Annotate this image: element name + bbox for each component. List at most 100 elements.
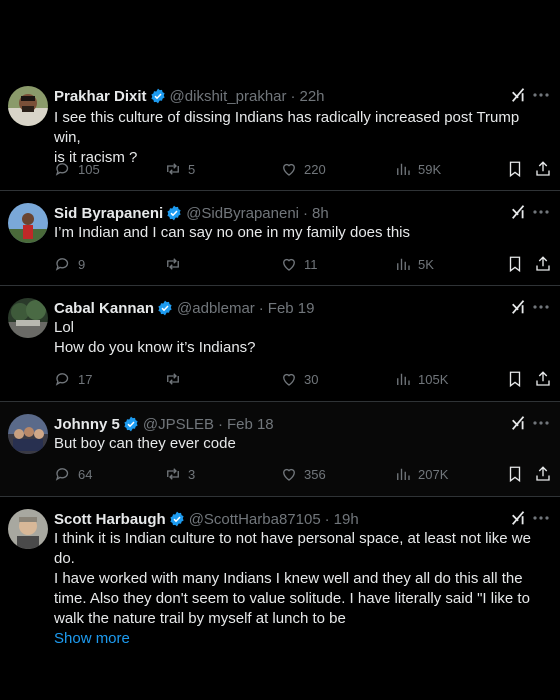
repost-button[interactable]: 5 [164,159,195,179]
tweet-actions: 64 3 356 207K [54,464,554,484]
tweet[interactable]: Cabal Kannan @adblemar · Feb 19 Lol How … [0,286,560,402]
like-button[interactable]: 11 [280,254,318,274]
timestamp[interactable]: Feb 18 [227,416,274,433]
more-options-icon[interactable] [532,85,550,105]
tweet-actions: 105 5 220 59K [54,159,554,179]
author-name[interactable]: Cabal Kannan [54,300,154,317]
grok-icon[interactable] [510,298,528,316]
share-icon [536,256,550,271]
reply-button[interactable]: 105 [54,159,100,179]
bookmark-button[interactable] [506,369,524,389]
bookmark-icon [509,371,521,388]
avatar[interactable] [8,298,48,338]
show-more-link[interactable]: Show more [54,629,546,649]
share-button[interactable] [534,254,552,274]
more-options-icon[interactable] [532,202,550,222]
reply-icon [55,163,69,176]
like-button[interactable]: 356 [280,464,326,484]
tweet-text-line: I think it is Indian culture to not have… [54,530,531,567]
timestamp[interactable]: 8h [312,205,329,222]
repost-count: 5 [188,161,196,177]
more-options-icon[interactable] [532,413,550,433]
grok-icon[interactable] [510,86,528,104]
author-name[interactable]: Sid Byrapaneni [54,205,163,222]
verified-badge-icon [158,300,172,316]
tweet[interactable]: Scott Harbaugh @ScottHarba87105 · 19h I … [0,497,560,647]
views-button[interactable]: 59K [394,159,441,179]
reply-button[interactable]: 64 [54,464,92,484]
separator: · [303,204,308,222]
separator: · [324,510,330,528]
share-button[interactable] [534,464,552,484]
author-handle[interactable]: @ScottHarba87105 [189,511,321,528]
tweet-actions: 9 11 5K [54,254,554,274]
views-icon [397,468,410,480]
repost-icon [167,468,179,480]
timestamp[interactable]: 19h [334,511,359,528]
grok-icon[interactable] [510,414,528,432]
repost-button[interactable] [164,369,188,389]
view-count: 105K [418,371,449,387]
views-button[interactable]: 5K [394,254,434,274]
views-icon [397,163,410,175]
author-handle[interactable]: @adblemar [177,300,255,317]
tweet-text: I’m Indian and I can say no one in my fa… [54,223,546,243]
tweet-text-line: I see this culture of dissing Indians ha… [54,109,520,146]
repost-button[interactable] [164,254,188,274]
author-handle[interactable]: @SidByrapaneni [186,205,299,222]
tweet-text-line: How do you know it’s Indians? [54,339,256,356]
views-button[interactable]: 207K [394,464,448,484]
bookmark-icon [509,256,521,273]
tweet-header: Sid Byrapaneni @SidByrapaneni · 8h [54,203,329,223]
more-options-icon[interactable] [532,508,550,528]
repost-button[interactable]: 3 [164,464,195,484]
share-button[interactable] [534,159,552,179]
like-count: 30 [304,371,319,387]
tweet[interactable]: Sid Byrapaneni @SidByrapaneni · 8h I’m I… [0,191,560,286]
reply-count: 17 [78,371,93,387]
grok-icon[interactable] [510,203,528,221]
avatar[interactable] [8,203,48,243]
tweet[interactable]: Prakhar Dixit @dikshit_prakhar · 22h I s… [0,74,560,191]
reply-button[interactable]: 9 [54,254,85,274]
avatar[interactable] [8,86,48,126]
share-button[interactable] [534,369,552,389]
reply-button[interactable]: 17 [54,369,92,389]
avatar[interactable] [8,414,48,454]
avatar[interactable] [8,509,48,549]
repost-icon [167,163,179,175]
more-options-icon[interactable] [532,297,550,317]
author-name[interactable]: Prakhar Dixit [54,88,147,105]
views-icon [397,258,410,270]
bookmark-button[interactable] [506,464,524,484]
reply-count: 9 [78,256,86,272]
tweet-header: Scott Harbaugh @ScottHarba87105 · 19h [54,509,359,529]
author-handle[interactable]: @JPSLEB [143,416,214,433]
bookmark-button[interactable] [506,254,524,274]
tweet-text-line: time. Also they don't seem to value soli… [54,590,530,607]
view-count: 207K [418,466,449,482]
author-name[interactable]: Scott Harbaugh [54,511,166,528]
timestamp[interactable]: Feb 19 [268,300,315,317]
tweet[interactable]: Johnny 5 @JPSLEB · Feb 18 But boy can th… [0,402,560,497]
tweet-text-line: I have worked with many Indians I knew w… [54,570,523,587]
like-count: 11 [304,256,318,272]
views-button[interactable]: 105K [394,369,448,389]
bookmark-icon [509,466,521,483]
bookmark-button[interactable] [506,159,524,179]
separator: · [217,415,223,433]
grok-icon[interactable] [510,509,528,527]
tweet-header: Johnny 5 @JPSLEB · Feb 18 [54,414,274,434]
verified-badge-icon [170,511,184,527]
tweet-text-line: But boy can they ever code [54,435,236,452]
timestamp[interactable]: 22h [300,88,325,105]
tweet-text-line: walk the nature trail by myself at lunch… [54,610,346,627]
like-count: 220 [304,161,326,177]
reply-icon [55,468,69,481]
author-handle[interactable]: @dikshit_prakhar [170,88,287,105]
tweet-header: Prakhar Dixit @dikshit_prakhar · 22h [54,86,325,106]
like-button[interactable]: 220 [280,159,326,179]
author-name[interactable]: Johnny 5 [54,416,120,433]
like-button[interactable]: 30 [280,369,318,389]
reply-icon [55,373,69,386]
